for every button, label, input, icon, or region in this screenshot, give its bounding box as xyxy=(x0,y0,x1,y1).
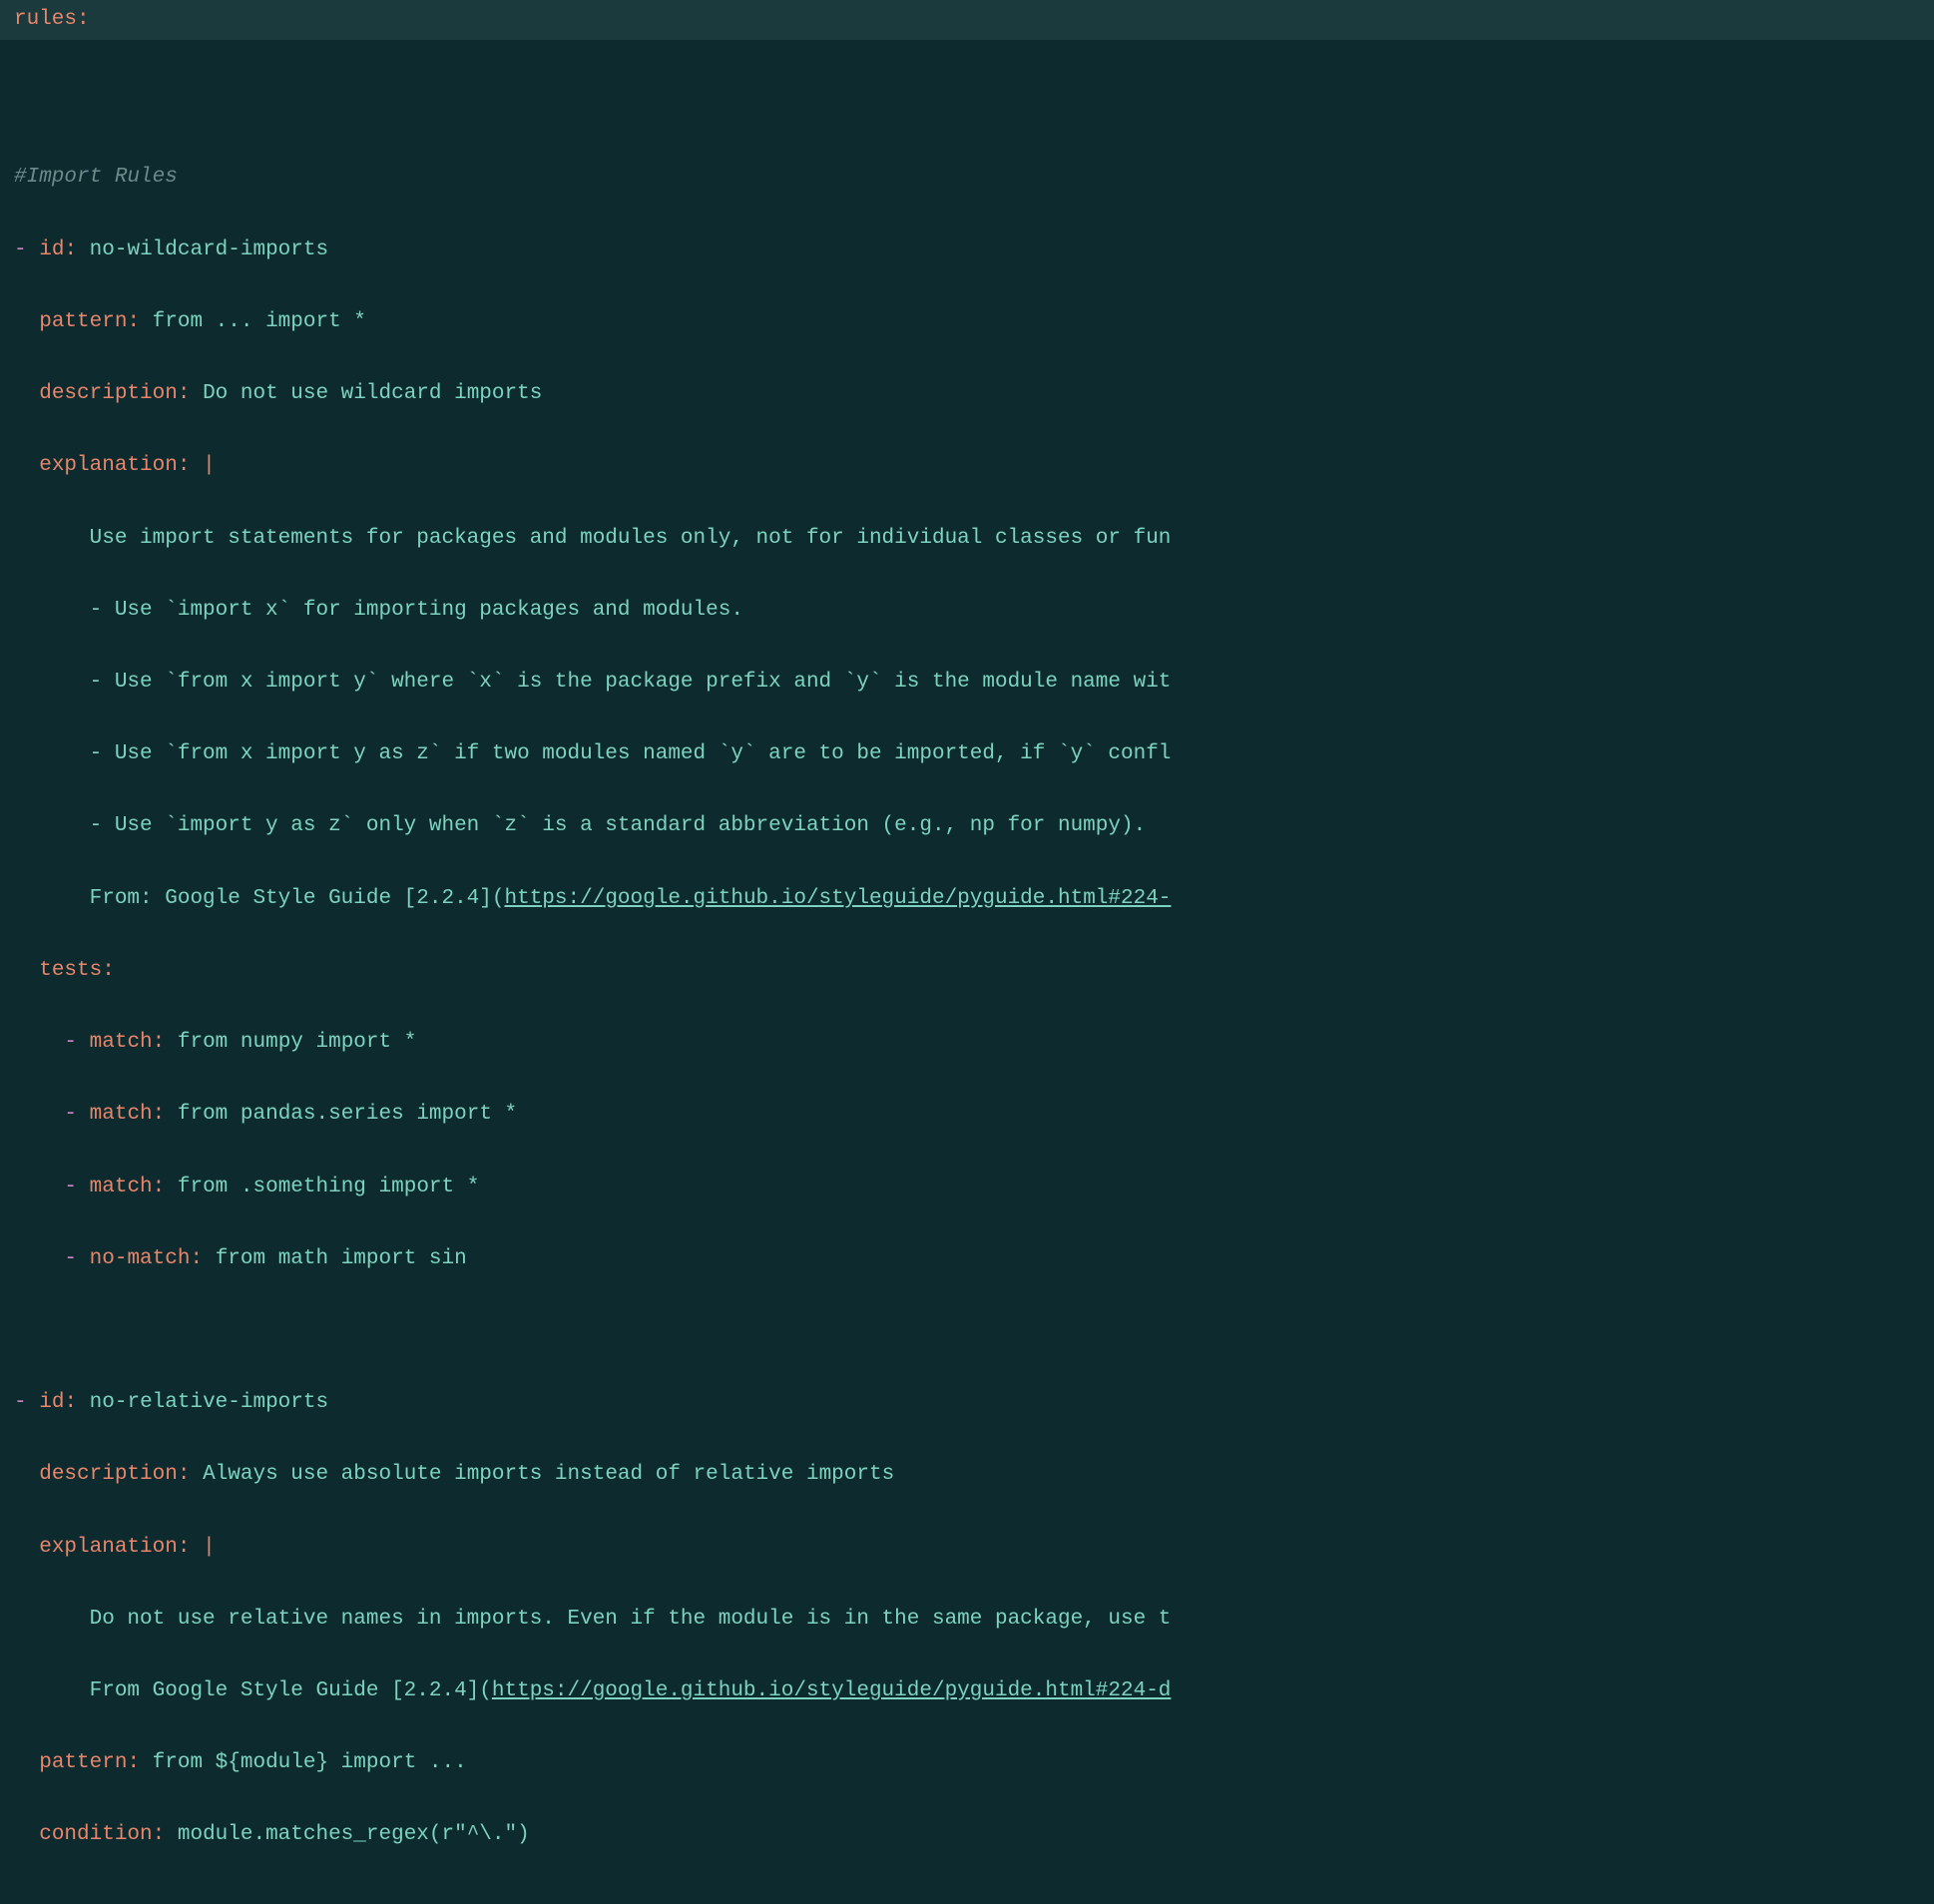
yaml-key-description: description xyxy=(39,382,178,405)
current-line-highlight: rules: xyxy=(0,0,1934,40)
text: - Use `from x import y` where `x` is the… xyxy=(90,671,1172,694)
url-link[interactable]: https://google.github.io/styleguide/pygu… xyxy=(505,887,1172,910)
explanation-text: Use import statements for packages and m… xyxy=(14,521,1920,557)
yaml-key-id: id xyxy=(39,238,64,261)
yaml-key-description: description xyxy=(39,1463,178,1486)
yaml-key-explanation: explanation xyxy=(39,454,178,477)
comment-line: #Import Rules xyxy=(14,160,1920,196)
list-dash: - xyxy=(14,238,27,261)
text: - Use `import y as z` only when `z` is a… xyxy=(90,814,1147,837)
explanation-text: Do not use relative names in imports. Ev… xyxy=(14,1602,1920,1638)
rule-id-line: - id: no-wildcard-imports xyxy=(14,233,1920,268)
explanation-line: explanation: | xyxy=(14,1530,1920,1566)
yaml-key-rules: rules xyxy=(14,8,77,31)
explanation-line: explanation: | xyxy=(14,448,1920,484)
list-dash: - xyxy=(64,1247,77,1270)
list-dash: - xyxy=(64,1176,77,1198)
test-item: - match: from numpy import * xyxy=(14,1025,1920,1061)
test-item: - match: from .something import * xyxy=(14,1170,1920,1205)
pattern-line: pattern: from ... import * xyxy=(14,304,1920,340)
list-dash: - xyxy=(14,1391,27,1414)
description-line: description: Do not use wildcard imports xyxy=(14,376,1920,412)
explanation-text: - Use `from x import y as z` if two modu… xyxy=(14,736,1920,772)
yaml-value: from math import sin xyxy=(216,1247,467,1270)
explanation-text: From: Google Style Guide [2.2.4](https:/… xyxy=(14,881,1920,917)
yaml-key-nomatch: no-match xyxy=(90,1247,191,1270)
yaml-pipe: | xyxy=(203,454,216,477)
yaml-key-match: match xyxy=(90,1031,153,1054)
yaml-key-condition: condition xyxy=(39,1823,152,1846)
yaml-pipe: | xyxy=(203,1536,216,1559)
text: - Use `from x import y as z` if two modu… xyxy=(90,742,1172,765)
explanation-text: From Google Style Guide [2.2.4](https://… xyxy=(14,1673,1920,1709)
code-editor-content[interactable]: #Import Rules - id: no-wildcard-imports … xyxy=(0,46,1934,1904)
yaml-value: from ${module} import ... xyxy=(153,1751,467,1774)
test-item: - match: from pandas.series import * xyxy=(14,1097,1920,1133)
yaml-value: module.matches_regex(r"^\.") xyxy=(178,1823,530,1846)
list-dash: - xyxy=(64,1103,77,1126)
yaml-key-explanation: explanation xyxy=(39,1536,178,1559)
blank-line xyxy=(14,1313,1920,1349)
rule-id-line: - id: no-relative-imports xyxy=(14,1385,1920,1421)
explanation-text: - Use `from x import y` where `x` is the… xyxy=(14,665,1920,701)
text: From: Google Style Guide [2.2.4]( xyxy=(90,887,505,910)
yaml-key-pattern: pattern xyxy=(39,310,127,333)
yaml-key-match: match xyxy=(90,1176,153,1198)
comment-text: #Import Rules xyxy=(14,166,178,189)
text: Use import statements for packages and m… xyxy=(90,527,1172,550)
test-item: - no-match: from math import sin xyxy=(14,1241,1920,1277)
yaml-value: no-wildcard-imports xyxy=(90,238,328,261)
blank-line xyxy=(14,88,1920,124)
text: Do not use relative names in imports. Ev… xyxy=(90,1608,1172,1631)
pattern-line: pattern: from ${module} import ... xyxy=(14,1745,1920,1781)
yaml-value: Always use absolute imports instead of r… xyxy=(203,1463,894,1486)
tests-line: tests: xyxy=(14,953,1920,989)
explanation-text: - Use `import x` for importing packages … xyxy=(14,593,1920,629)
colon: : xyxy=(77,8,90,31)
condition-line: condition: module.matches_regex(r"^\.") xyxy=(14,1817,1920,1853)
yaml-value: from ... import * xyxy=(153,310,366,333)
explanation-text: - Use `import y as z` only when `z` is a… xyxy=(14,808,1920,844)
description-line: description: Always use absolute imports… xyxy=(14,1457,1920,1493)
yaml-value: from .something import * xyxy=(178,1176,479,1198)
yaml-key-pattern: pattern xyxy=(39,1751,127,1774)
yaml-value: from pandas.series import * xyxy=(178,1103,517,1126)
yaml-key-match: match xyxy=(90,1103,153,1126)
url-link[interactable]: https://google.github.io/styleguide/pygu… xyxy=(492,1679,1172,1702)
yaml-key-id: id xyxy=(39,1391,64,1414)
text: From Google Style Guide [2.2.4]( xyxy=(90,1679,492,1702)
yaml-value: no-relative-imports xyxy=(90,1391,328,1414)
yaml-value: Do not use wildcard imports xyxy=(203,382,542,405)
list-dash: - xyxy=(64,1031,77,1054)
yaml-value: from numpy import * xyxy=(178,1031,416,1054)
yaml-key-tests: tests xyxy=(39,959,102,982)
text: - Use `import x` for importing packages … xyxy=(90,599,743,622)
